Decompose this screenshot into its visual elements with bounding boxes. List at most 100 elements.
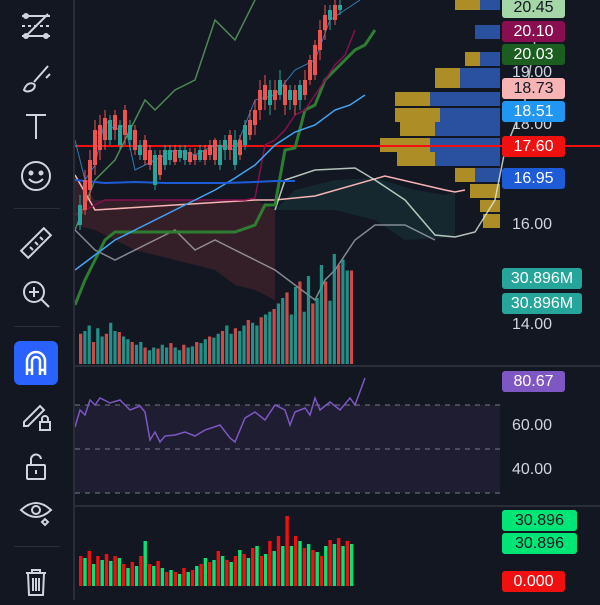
volume-pane-bar [298, 541, 302, 586]
volume-pane-bar [242, 554, 246, 586]
volume-bar [220, 331, 225, 364]
volume-pane-bar [109, 561, 113, 586]
volume-pane-bar [160, 568, 165, 586]
volume-badge: 30.896M [502, 293, 582, 314]
candle-body [123, 110, 127, 135]
volume-bar [212, 337, 216, 364]
volume-bar [298, 281, 302, 364]
lock-icon[interactable] [14, 444, 58, 488]
ichimoku-cloud-bearish [75, 175, 275, 300]
toolbar-separator [14, 546, 60, 547]
volume-pane-bar [182, 568, 186, 586]
volume-pane-bar [169, 570, 173, 586]
volume-pane-bar [220, 556, 225, 586]
volume-pane-bar [229, 562, 233, 586]
volume-pane-bar [294, 536, 298, 586]
volume-bar [233, 328, 237, 364]
volume-pane-bar [113, 556, 117, 586]
candle-body [248, 120, 252, 135]
candle-body [328, 10, 332, 20]
candle-body [133, 130, 137, 150]
volume-bar [79, 333, 83, 364]
candle-body [128, 125, 132, 140]
volume-bar [349, 270, 354, 364]
volume-pane-bar [96, 556, 100, 586]
volume-pane-bar [212, 560, 216, 586]
volume-badge: 30.896M [502, 268, 582, 289]
volume-bar [195, 342, 199, 364]
price-badge: 20.03 [502, 44, 565, 65]
volume-bar [186, 347, 190, 364]
volume-bar [328, 300, 332, 364]
text-tool-icon[interactable] [14, 104, 58, 148]
candle-body [218, 145, 222, 165]
volume-pane-bar [285, 516, 289, 586]
magnet-icon[interactable] [14, 341, 58, 385]
trash-icon[interactable] [14, 560, 58, 604]
volume-pane-bar [281, 546, 285, 586]
volume-pane-bar [246, 558, 251, 586]
volume-pane-bar [199, 564, 203, 586]
candle-body [338, 5, 342, 10]
candle-body [298, 85, 302, 100]
candle-body [78, 205, 82, 225]
price-tick: 16.00 [512, 216, 553, 233]
candle-body [98, 125, 102, 150]
volume-bar [143, 347, 147, 364]
volume-pane-bar [122, 564, 126, 586]
volume-pane-bar [324, 546, 328, 586]
price-badge: 16.95 [502, 168, 565, 189]
volume-pane-bar [104, 554, 109, 586]
volume-pane-badge: 30.896 [502, 533, 577, 554]
trend-line-tools-icon[interactable] [14, 4, 58, 48]
volume-bar [190, 346, 194, 364]
eye-icon[interactable] [14, 490, 58, 534]
candle-body [143, 140, 147, 160]
volume-pane-bar [91, 564, 96, 586]
volume-bar [177, 350, 182, 364]
volume-bar [113, 331, 117, 364]
volume-pane-bar [139, 556, 143, 586]
candle-body [178, 150, 182, 158]
volume-bar [332, 254, 336, 364]
volume-bar [96, 328, 100, 364]
candle-body [318, 30, 322, 50]
volume-bar [126, 339, 130, 364]
rsi-value-badge: 80.67 [502, 371, 565, 392]
zoom-in-icon[interactable] [14, 272, 58, 316]
ruler-icon[interactable] [14, 222, 58, 266]
chart-area[interactable]: 19.00 18.00 16.00 14.00 60.00 40.00 20.4… [73, 0, 600, 600]
brush-icon[interactable] [14, 56, 58, 100]
volume-bar [337, 265, 341, 364]
volume-pane-bar [328, 540, 332, 586]
candle-body [158, 155, 162, 175]
volume-pane-bar [177, 574, 182, 586]
volume-pane-bar [255, 546, 259, 586]
volume-pane-badge: 30.896 [502, 510, 577, 531]
emoji-icon[interactable] [14, 154, 58, 198]
volume-bar [173, 347, 177, 364]
moving-average-slow [74, 179, 295, 185]
volume-bar [122, 336, 126, 364]
volume-pane-bar [345, 541, 349, 586]
rsi-tick: 60.00 [512, 417, 553, 434]
volume-pane-bar [268, 541, 272, 586]
toolbar-separator [14, 326, 60, 327]
candle-body [198, 150, 202, 160]
candle-body [213, 140, 217, 160]
candle-body [228, 135, 232, 150]
volume-pane-bar [186, 572, 190, 586]
volume-pane-bar [289, 546, 294, 586]
candle-body [203, 150, 207, 160]
volume-bar [130, 342, 134, 364]
lock-drawing-icon[interactable] [14, 394, 58, 438]
candle-body [148, 150, 152, 165]
price-badge: 20.10 [502, 21, 565, 42]
candle-body [188, 152, 192, 162]
volume-pane-bar [203, 558, 208, 586]
volume-bar [324, 281, 328, 364]
candle-body [88, 160, 92, 190]
volume-pane-bar [251, 548, 255, 586]
candle-body [138, 145, 142, 155]
volume-bar [160, 344, 164, 364]
